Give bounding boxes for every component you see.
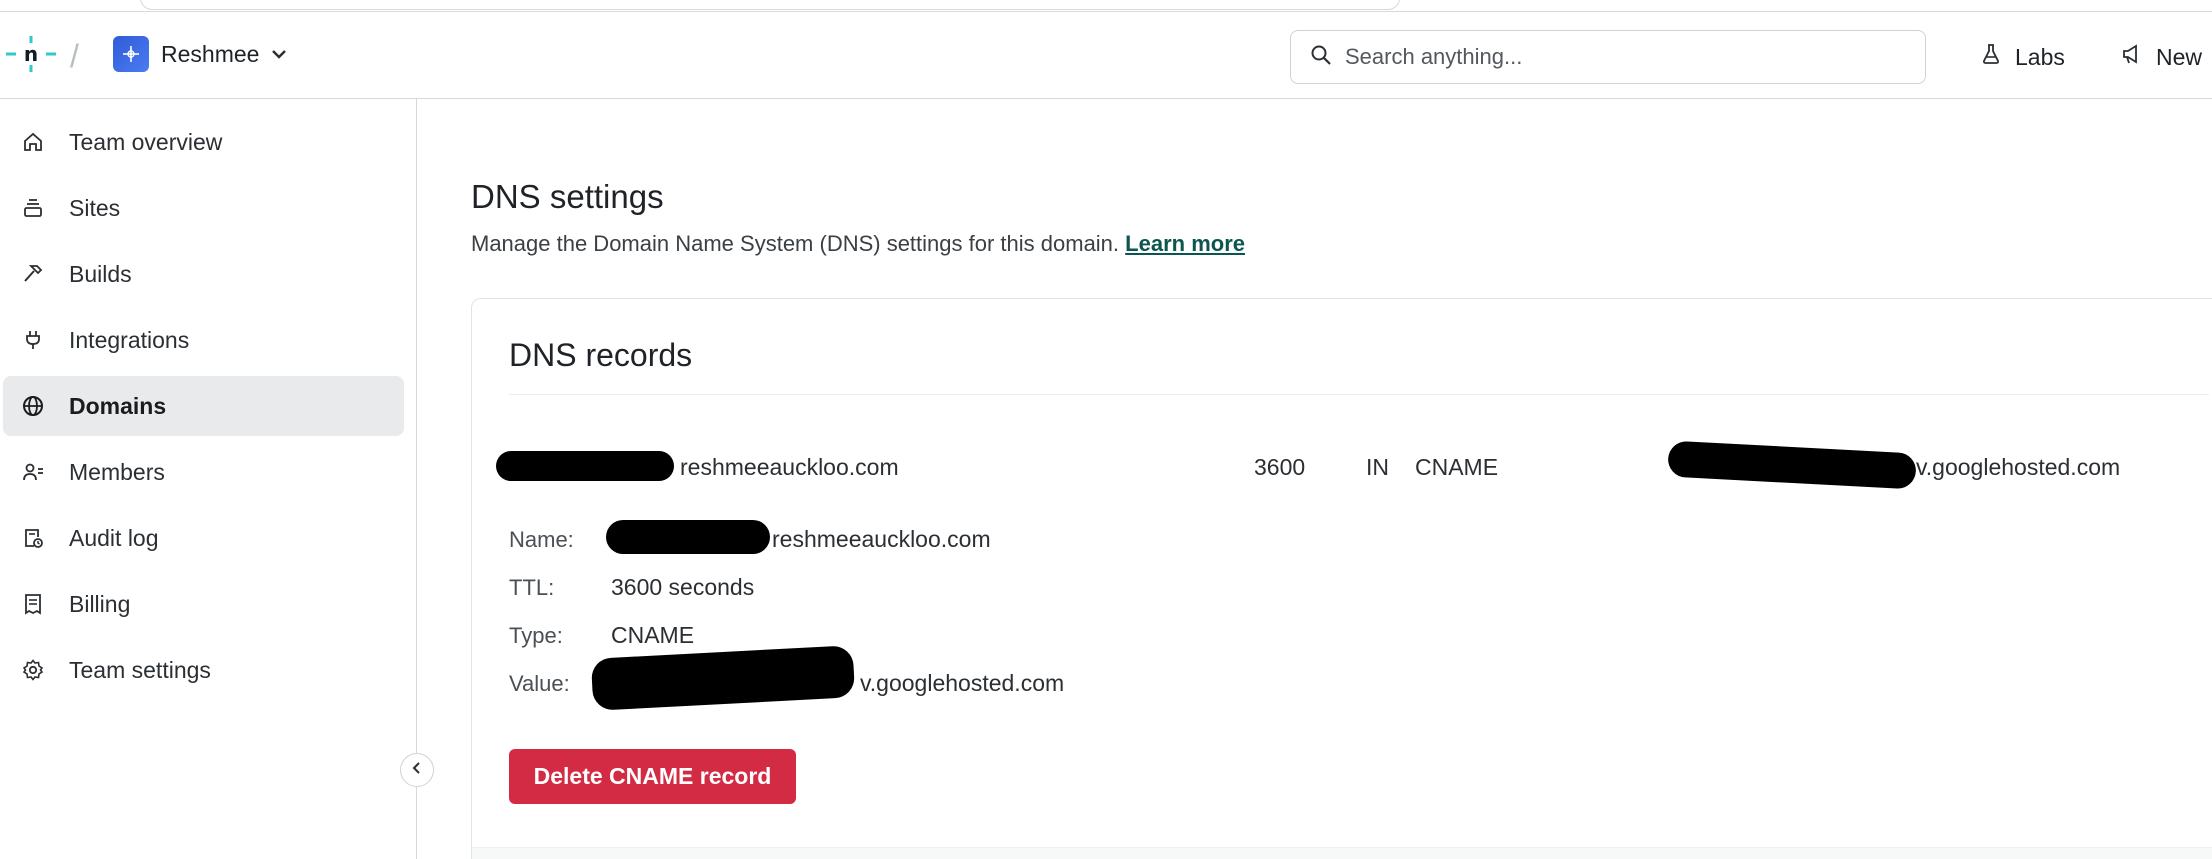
card-footer-strip [472,847,2212,859]
sidebar-item-audit-log[interactable]: Audit log [3,508,404,568]
app-root: n / Reshmee Search anything... Labs New … [0,0,2212,859]
redaction-mark [1667,440,1917,490]
breadcrumb-separator: / [70,38,79,74]
svg-text:n: n [24,42,38,66]
sidebar-item-team-overview[interactable]: Team overview [3,112,404,172]
sidebar-item-label: Audit log [69,524,159,551]
browser-address-bar[interactable] [140,0,1400,10]
globe-icon [19,392,47,420]
team-switcher[interactable]: Reshmee [113,34,287,74]
team-name: Reshmee [161,40,260,67]
record-class: IN [1366,454,1389,480]
receipt-icon [19,590,47,618]
search-placeholder: Search anything... [1345,44,1523,69]
browser-strip [0,0,2212,12]
description-text: Manage the Domain Name System (DNS) sett… [471,231,1120,256]
divider [509,394,2209,395]
chevron-down-icon [271,44,287,65]
collapse-sidebar-button[interactable] [400,753,434,787]
redaction-mark [590,645,856,711]
record-ttl: 3600 [1254,454,1306,480]
sidebar-item-sites[interactable]: Sites [3,178,404,238]
sidebar-item-members[interactable]: Members [3,442,404,502]
name-value: reshmeeauckloo.com [772,526,991,552]
sidebar-item-team-settings[interactable]: Team settings [3,640,404,700]
name-label: Name: [509,527,574,552]
news-label: New [2156,43,2203,70]
home-icon [19,128,47,156]
sidebar-item-billing[interactable]: Billing [3,574,404,634]
sidebar-item-label: Sites [69,194,121,221]
sidebar-item-builds[interactable]: Builds [3,244,404,304]
audit-log-icon [19,524,47,552]
sidebar-item-integrations[interactable]: Integrations [3,310,404,370]
megaphone-icon [2120,42,2144,72]
members-icon [19,458,47,486]
type-value: CNAME [611,622,695,648]
card-title: DNS records [509,337,693,373]
type-label: Type: [509,623,563,648]
sidebar: Team overview Sites Builds Integrations … [0,99,417,859]
record-name: reshmeeauckloo.com [680,454,899,480]
search-icon [1309,43,1333,72]
chevron-left-icon [410,761,424,780]
sidebar-item-label: Team settings [69,656,211,683]
learn-more-link[interactable]: Learn more [1125,231,1245,256]
record-value: v.googlehosted.com [1916,454,2121,480]
top-header: n / Reshmee Search anything... Labs New [0,12,2212,99]
sidebar-item-label: Integrations [69,326,190,353]
stack-icon [19,194,47,222]
delete-cname-record-button[interactable]: Delete CNAME record [509,749,796,804]
labs-link[interactable]: Labs [1979,42,2065,72]
search-input[interactable]: Search anything... [1290,30,1926,84]
page-description: Manage the Domain Name System (DNS) sett… [471,231,1245,257]
sidebar-item-label: Team overview [69,128,223,155]
value-value: v.googlehosted.com [860,670,1065,696]
value-label: Value: [509,671,570,696]
ttl-label: TTL: [509,575,555,600]
page-title: DNS settings [471,178,664,215]
redaction-mark [606,520,770,554]
sidebar-item-label: Domains [69,392,167,419]
record-type: CNAME [1415,454,1499,480]
news-link[interactable]: New [2120,42,2202,72]
sidebar-item-label: Builds [69,260,132,287]
plug-icon [19,326,47,354]
hammer-icon [19,260,47,288]
dns-records-card: DNS records reshmeeauckloo.com 3600 IN C… [471,298,2212,859]
redaction-mark [496,451,674,481]
netlify-logo[interactable]: n [6,36,56,72]
sidebar-item-label: Members [69,458,165,485]
ttl-value: 3600 seconds [611,574,755,600]
gear-icon [19,656,47,684]
flask-icon [1979,42,2003,72]
labs-label: Labs [2015,43,2065,70]
sidebar-item-domains[interactable]: Domains [3,376,404,436]
team-avatar [113,36,149,72]
sidebar-item-label: Billing [69,590,131,617]
